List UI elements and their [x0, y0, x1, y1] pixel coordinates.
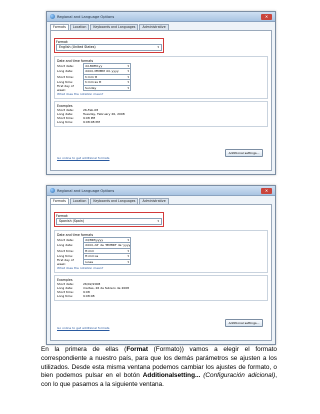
- examples-group: Examples Short date: 26/02/2008 Long date…: [54, 274, 268, 302]
- chevron-down-icon: ▾: [127, 85, 129, 90]
- explanation-paragraph: En la primera de ellas (Format (Formato)…: [41, 346, 277, 389]
- notation-help-link[interactable]: What does the notation mean?: [57, 266, 265, 270]
- close-icon[interactable]: ✕: [261, 13, 272, 20]
- first-day-select[interactable]: Sunday ▾: [83, 84, 131, 91]
- chevron-down-icon: ▾: [127, 259, 129, 264]
- config-adicional-term: (Configuración adicional): [200, 372, 276, 380]
- tab-strip: Formats Location Keyboards and Languages…: [47, 196, 275, 204]
- title-bar: Regional and Language Options ✕: [47, 186, 275, 196]
- formats-panel: Format: English (United States) ▾ Date a…: [50, 30, 272, 171]
- additional-setting-term: Additionalsetting...: [142, 372, 201, 380]
- formats-panel: Format: Spanish (Spain) ▾ Date and time …: [50, 204, 272, 341]
- close-icon[interactable]: ✕: [261, 187, 272, 194]
- format-select[interactable]: English (United States) ▾: [56, 44, 162, 51]
- additional-settings-button[interactable]: Additional settings...: [225, 149, 263, 157]
- online-formats-link[interactable]: Go online to get additional formats: [57, 156, 110, 160]
- globe-icon: [50, 14, 55, 19]
- online-formats-link[interactable]: Go online to get additional formats: [57, 326, 110, 330]
- format-row: First day of week: Sunday ▾: [57, 83, 131, 92]
- additional-settings-button[interactable]: Additional settings...: [225, 319, 263, 327]
- notation-help-link[interactable]: What does the notation mean?: [57, 92, 265, 96]
- format-term: Format: [126, 346, 148, 353]
- dialog-title: Regional and Language Options: [57, 188, 115, 193]
- chevron-down-icon: ▾: [157, 219, 159, 223]
- regional-options-dialog-english: Regional and Language Options ✕ Formats …: [46, 11, 276, 175]
- date-time-formats-group: Date and time formats Short date: dd/MM/y…: [54, 230, 268, 273]
- examples-group: Examples Short date: 26-Feb-08 Long date:…: [54, 100, 268, 128]
- dialog-title: Regional and Language Options: [57, 14, 115, 19]
- format-highlight: Format: English (United States) ▾: [54, 38, 164, 53]
- first-day-select[interactable]: lunes ▾: [83, 258, 131, 265]
- regional-options-dialog-spanish: Regional and Language Options ✕ Formats …: [46, 185, 276, 345]
- date-time-formats-group: Date and time formats Short date: dd-MMM-…: [54, 56, 268, 99]
- globe-icon: [50, 188, 55, 193]
- format-row: First day of week: lunes ▾: [57, 257, 131, 266]
- example-row: Long time: 9:08:08 PM: [57, 120, 100, 125]
- format-select[interactable]: Spanish (Spain) ▾: [56, 218, 162, 225]
- tab-strip: Formats Location Keyboards and Languages…: [47, 22, 275, 30]
- format-highlight: Format: Spanish (Spain) ▾: [54, 212, 164, 227]
- chevron-down-icon: ▾: [157, 45, 159, 49]
- example-row: Long time: 9:08:08: [57, 294, 95, 299]
- title-bar: Regional and Language Options ✕: [47, 12, 275, 22]
